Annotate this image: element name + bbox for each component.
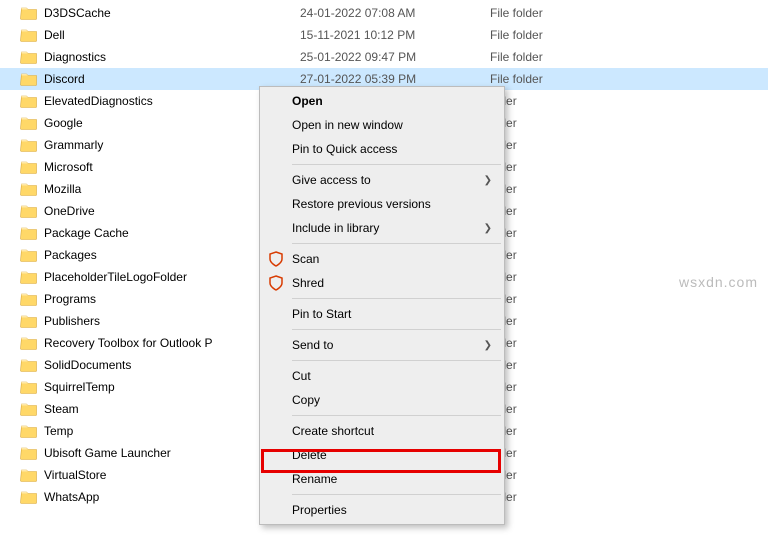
chevron-right-icon: ❯ [484, 175, 492, 186]
file-type: older [490, 182, 610, 196]
file-type: older [490, 380, 610, 394]
shield-icon [268, 251, 284, 267]
file-name: Discord [44, 72, 300, 86]
folder-icon [20, 48, 38, 66]
menu-create-shortcut[interactable]: Create shortcut [262, 419, 502, 443]
folder-icon [20, 70, 38, 88]
menu-give-access[interactable]: Give access to❯ [262, 168, 502, 192]
menu-scan[interactable]: Scan [262, 247, 502, 271]
file-type: older [490, 160, 610, 174]
folder-icon [20, 422, 38, 440]
folder-icon [20, 4, 38, 22]
file-date: 27-01-2022 05:39 PM [300, 72, 490, 86]
file-name: Diagnostics [44, 50, 300, 64]
menu-separator [292, 298, 501, 299]
file-type: older [490, 358, 610, 372]
menu-pin-start[interactable]: Pin to Start [262, 302, 502, 326]
folder-icon [20, 158, 38, 176]
menu-send-to[interactable]: Send to❯ [262, 333, 502, 357]
menu-separator [292, 494, 501, 495]
file-type: older [490, 226, 610, 240]
file-type: older [490, 248, 610, 262]
menu-open[interactable]: Open [262, 89, 502, 113]
shield-icon [268, 275, 284, 291]
watermark: wsxdn.com [679, 274, 758, 290]
file-type: older [490, 292, 610, 306]
file-type: older [490, 138, 610, 152]
menu-cut[interactable]: Cut [262, 364, 502, 388]
folder-icon [20, 444, 38, 462]
folder-icon [20, 378, 38, 396]
file-type: older [490, 468, 610, 482]
menu-delete[interactable]: Delete [262, 443, 502, 467]
menu-include-library[interactable]: Include in library❯ [262, 216, 502, 240]
file-type: File folder [490, 50, 610, 64]
chevron-right-icon: ❯ [484, 340, 492, 351]
file-row[interactable]: D3DSCache24-01-2022 07:08 AMFile folder [0, 2, 768, 24]
file-type: older [490, 270, 610, 284]
menu-pin-quick-access[interactable]: Pin to Quick access [262, 137, 502, 161]
menu-separator [292, 360, 501, 361]
folder-icon [20, 202, 38, 220]
file-type: older [490, 314, 610, 328]
menu-copy[interactable]: Copy [262, 388, 502, 412]
file-type: File folder [490, 72, 610, 86]
folder-icon [20, 224, 38, 242]
context-menu[interactable]: Open Open in new window Pin to Quick acc… [259, 86, 505, 525]
file-row[interactable]: Diagnostics25-01-2022 09:47 PMFile folde… [0, 46, 768, 68]
file-name: Dell [44, 28, 300, 42]
file-type: File folder [490, 28, 610, 42]
menu-shred[interactable]: Shred [262, 271, 502, 295]
file-type: older [490, 402, 610, 416]
menu-open-new-window[interactable]: Open in new window [262, 113, 502, 137]
folder-icon [20, 312, 38, 330]
menu-properties[interactable]: Properties [262, 498, 502, 522]
file-date: 25-01-2022 09:47 PM [300, 50, 490, 64]
menu-separator [292, 164, 501, 165]
folder-icon [20, 136, 38, 154]
folder-icon [20, 334, 38, 352]
file-row[interactable]: Dell15-11-2021 10:12 PMFile folder [0, 24, 768, 46]
file-type: older [490, 94, 610, 108]
folder-icon [20, 92, 38, 110]
file-type: older [490, 336, 610, 350]
folder-icon [20, 356, 38, 374]
menu-rename[interactable]: Rename [262, 467, 502, 491]
menu-separator [292, 415, 501, 416]
folder-icon [20, 246, 38, 264]
folder-icon [20, 114, 38, 132]
file-date: 24-01-2022 07:08 AM [300, 6, 490, 20]
chevron-right-icon: ❯ [484, 223, 492, 234]
file-type: older [490, 446, 610, 460]
file-type: File folder [490, 6, 610, 20]
menu-separator [292, 243, 501, 244]
file-name: D3DSCache [44, 6, 300, 20]
file-type: older [490, 116, 610, 130]
menu-separator [292, 329, 501, 330]
file-type: older [490, 204, 610, 218]
file-type: older [490, 490, 610, 504]
folder-icon [20, 180, 38, 198]
folder-icon [20, 26, 38, 44]
folder-icon [20, 488, 38, 506]
file-type: older [490, 424, 610, 438]
folder-icon [20, 290, 38, 308]
menu-restore-versions[interactable]: Restore previous versions [262, 192, 502, 216]
folder-icon [20, 268, 38, 286]
folder-icon [20, 466, 38, 484]
folder-icon [20, 400, 38, 418]
file-date: 15-11-2021 10:12 PM [300, 28, 490, 42]
